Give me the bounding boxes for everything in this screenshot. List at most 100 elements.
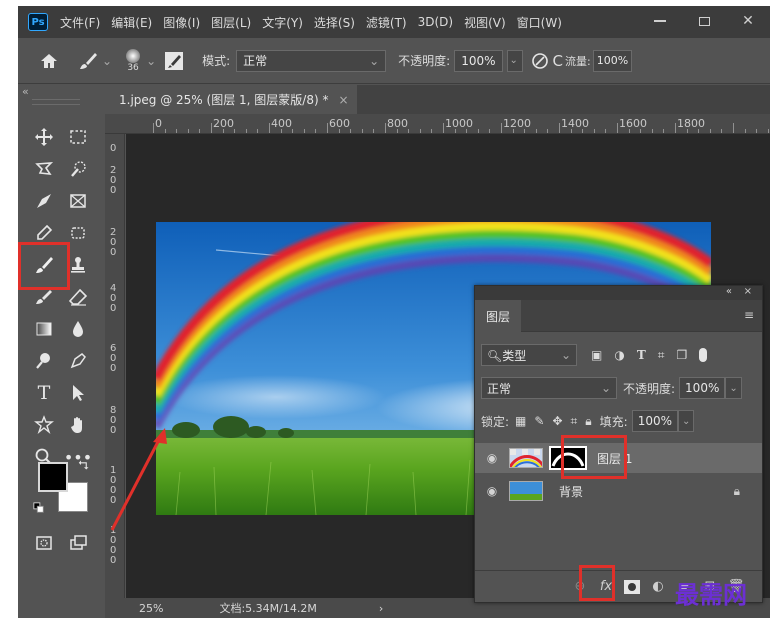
menu-filter[interactable]: 滤镜(T) <box>366 14 407 31</box>
gradient-tool[interactable] <box>30 315 58 343</box>
frame-tool[interactable] <box>64 187 92 215</box>
ruler-label: 1400 <box>561 117 589 130</box>
marquee-tool[interactable] <box>64 123 92 151</box>
brush-preset-button[interactable]: ⌄ <box>78 51 112 71</box>
default-colors-button[interactable] <box>32 501 46 515</box>
ruler-tick <box>466 129 468 133</box>
swap-colors-button[interactable] <box>76 457 92 473</box>
brush-tool-highlight <box>18 242 70 290</box>
pressure-opacity-button[interactable] <box>531 52 549 70</box>
history-brush-icon <box>36 290 52 304</box>
chevron-down-icon: ⌄ <box>560 348 571 362</box>
tab-layers[interactable]: 图层 <box>475 300 521 332</box>
ruler-tick <box>605 129 607 133</box>
smart-object-filter-icon[interactable]: ❐ <box>677 348 688 362</box>
layer-filter-select[interactable]: 🔍︎类型 ⌄ <box>481 344 577 366</box>
zoom-level[interactable]: 25% <box>139 602 163 615</box>
document-tab[interactable]: 1.jpeg @ 25% (图层 1, 图层蒙版/8) * × <box>105 85 357 114</box>
move-tool[interactable] <box>30 123 58 151</box>
collapse-panel-icon[interactable]: « <box>726 286 732 297</box>
lock-icon: 🔒︎ <box>733 483 740 498</box>
foreground-color-swatch[interactable] <box>38 462 68 492</box>
lock-pixels-icon[interactable]: ✎ <box>534 414 544 428</box>
menu-window[interactable]: 窗口(W) <box>517 14 562 31</box>
filter-toggle-icon[interactable] <box>699 348 708 362</box>
layer-opacity-label: 不透明度: <box>623 381 676 396</box>
menu-select[interactable]: 选择(S) <box>314 14 355 31</box>
opacity-dropdown[interactable]: ⌄ <box>506 49 523 72</box>
adjustment-layer-button[interactable]: ◐ <box>646 575 670 599</box>
visibility-toggle[interactable]: ◉ <box>481 451 503 465</box>
lasso-tool[interactable] <box>30 155 58 183</box>
mode-select[interactable]: 正常 ⌄ <box>236 49 387 72</box>
hand-tool[interactable] <box>64 411 92 439</box>
type-filter-icon[interactable]: T <box>637 348 646 362</box>
eye-icon: ◉ <box>486 451 498 465</box>
visibility-toggle[interactable]: ◉ <box>481 484 503 498</box>
ruler-tick <box>269 123 270 133</box>
tools-panel: « T ••• <box>18 85 105 618</box>
type-tool[interactable]: T <box>30 379 58 407</box>
adjustment-filter-icon[interactable]: ◑ <box>614 348 624 362</box>
ruler-tick <box>419 129 421 133</box>
close-tab-icon[interactable]: × <box>338 93 348 107</box>
lock-artboard-icon[interactable]: ⌗ <box>571 414 578 429</box>
layer-row-background[interactable]: ◉ 背景 🔒︎ <box>475 476 762 506</box>
panel-menu-button[interactable]: ≡ <box>744 308 754 322</box>
lock-transparent-icon[interactable]: ▦ <box>515 414 526 428</box>
menu-3d[interactable]: 3D(D) <box>418 15 453 29</box>
collapse-icon[interactable]: « <box>22 85 29 98</box>
quick-selection-tool[interactable] <box>64 155 92 183</box>
ruler-tick <box>257 129 259 133</box>
ruler-tick <box>153 123 154 133</box>
mask-icon <box>624 579 640 594</box>
ruler-tick <box>396 129 398 133</box>
pixel-filter-icon[interactable]: ▣ <box>591 348 602 362</box>
pen-tool[interactable] <box>30 187 58 215</box>
photoshop-logo[interactable]: Ps <box>28 13 48 31</box>
chevron-down-icon: ⌄ <box>729 382 738 394</box>
layer-opacity-dropdown[interactable]: ⌄ <box>725 377 742 399</box>
flow-input[interactable]: 100% <box>592 49 633 72</box>
add-mask-button[interactable] <box>620 575 644 599</box>
layer-thumbnail <box>509 481 543 501</box>
close-window-button[interactable]: ✕ <box>726 8 770 34</box>
quick-mask-button[interactable] <box>30 529 58 557</box>
horizontal-ruler[interactable]: 0 200 400 600 800 1000 1200 1400 1600 18… <box>105 114 770 134</box>
chevron-down-icon[interactable]: ⌄ <box>146 54 156 68</box>
menu-file[interactable]: 文件(F) <box>60 14 100 31</box>
blur-tool[interactable] <box>64 315 92 343</box>
vertical-ruler[interactable]: 0 200 200 400 600 800 1000 1000 <box>105 134 125 598</box>
shape-tool[interactable] <box>30 411 58 439</box>
blend-mode-select[interactable]: 正常 ⌄ <box>481 377 617 399</box>
lock-position-icon[interactable]: ✥ <box>552 414 562 428</box>
layer-opacity-input[interactable]: 100% <box>679 377 726 399</box>
screen-mode-button[interactable] <box>64 529 92 557</box>
opacity-input[interactable]: 100% <box>454 49 503 72</box>
menu-image[interactable]: 图像(I) <box>163 14 200 31</box>
stamp-icon <box>71 257 85 273</box>
ruler-label: 400 <box>110 283 117 314</box>
shape-filter-icon[interactable]: ⌗ <box>658 348 665 363</box>
maximize-button[interactable] <box>682 8 726 34</box>
brush-settings-button[interactable] <box>164 51 184 71</box>
lock-row: 锁定: ▦ ✎ ✥ ⌗ 🔒︎ 填充: 100% ⌄ <box>481 410 756 432</box>
fill-dropdown[interactable]: ⌄ <box>678 410 695 432</box>
minimize-button[interactable] <box>638 8 682 34</box>
menu-type[interactable]: 文字(Y) <box>262 14 303 31</box>
fill-input[interactable]: 100% <box>631 410 679 432</box>
dodge-tool[interactable] <box>30 347 58 375</box>
menu-view[interactable]: 视图(V) <box>464 14 506 31</box>
path-selection-tool[interactable] <box>64 379 92 407</box>
brush-size-picker[interactable]: 36 <box>126 48 141 73</box>
toolbar-grip[interactable] <box>32 99 80 105</box>
lock-all-icon[interactable]: 🔒︎ <box>585 414 591 429</box>
panel-tabs: 图层 ≡ <box>475 300 762 332</box>
rainbow-thumb <box>510 449 542 467</box>
close-panel-icon[interactable]: × <box>744 286 752 297</box>
home-button[interactable] <box>40 53 58 69</box>
pen-path-tool[interactable] <box>64 347 92 375</box>
menu-layer[interactable]: 图层(L) <box>211 14 251 31</box>
status-menu-arrow[interactable]: › <box>379 602 383 615</box>
menu-edit[interactable]: 编辑(E) <box>111 14 152 31</box>
